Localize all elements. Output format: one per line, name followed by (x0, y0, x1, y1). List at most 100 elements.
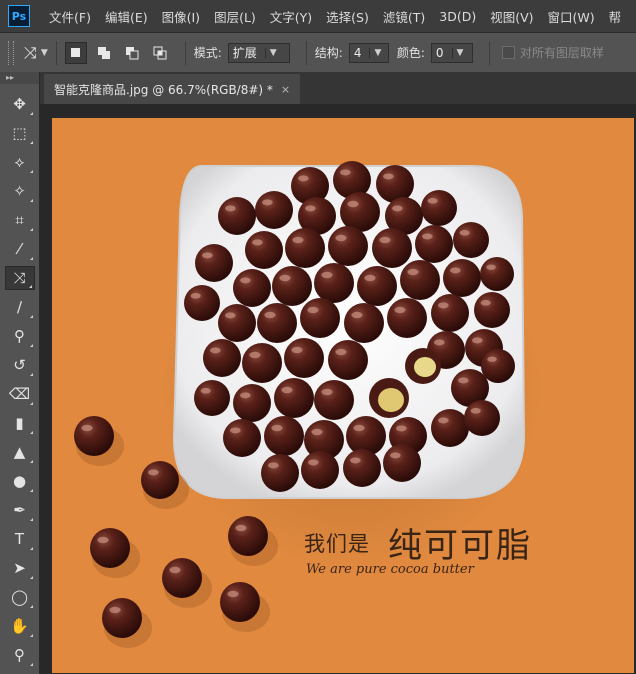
tool-preset-picker[interactable]: ⤨ ▼ (24, 43, 48, 63)
mode-select[interactable]: 扩展 ▼ (227, 42, 290, 63)
menu-type[interactable]: 文字(Y) (263, 7, 319, 26)
ball-highlight (240, 392, 251, 399)
chocolate-ball (102, 598, 142, 638)
marquee-tool-button[interactable]: ⬚ (5, 121, 35, 145)
blur-tool-button[interactable]: ▲ (5, 440, 35, 464)
structure-select[interactable]: 4 ▼ (348, 42, 389, 63)
ball-highlight (227, 590, 239, 598)
path-selection-tool-button[interactable]: ➤ (5, 556, 35, 580)
canvas[interactable]: 我们是 纯可可脂 We are pure cocoa butter (52, 118, 634, 673)
ball-highlight (190, 292, 201, 299)
chocolate-ball (245, 231, 283, 269)
chocolate-ball (285, 228, 325, 268)
ball-highlight (271, 424, 283, 432)
ball-highlight (249, 351, 261, 359)
chocolate-ball (90, 528, 130, 568)
document-area: 智能克隆商品.jpg @ 66.7%(RGB/8#) * × 我们是 纯可可脂 … (40, 72, 636, 674)
pen-tool-button[interactable]: ✒ (5, 498, 35, 522)
hand-tool-button[interactable]: ✋ (5, 614, 35, 638)
ball-highlight (351, 311, 363, 319)
ball-highlight (472, 337, 483, 344)
new-selection-button[interactable] (64, 41, 87, 64)
eyedropper-tool-button[interactable]: ⁄ (5, 237, 35, 261)
menu-3d[interactable]: 3D(D) (432, 9, 483, 24)
sample-all-layers-label: 对所有图层取样 (519, 46, 604, 60)
tool-group-indicator (29, 315, 33, 318)
document-tab-bar: 智能克隆商品.jpg @ 66.7%(RGB/8#) * × (40, 72, 636, 104)
tool-group-indicator (29, 344, 33, 347)
chocolate-ball (272, 266, 312, 306)
menu-view[interactable]: 视图(V) (483, 7, 540, 26)
zoom-tool-button[interactable]: ⚲ (5, 643, 35, 667)
ball-highlight (305, 205, 316, 212)
dodge-tool-icon: ● (12, 472, 27, 490)
document-tab[interactable]: 智能克隆商品.jpg @ 66.7%(RGB/8#) * × (44, 74, 301, 104)
menu-filter[interactable]: 滤镜(T) (376, 7, 432, 26)
brush-tool-button[interactable]: ∕ (5, 295, 35, 319)
crop-tool-button[interactable]: ⌗ (5, 208, 35, 232)
ball-highlight (225, 312, 236, 319)
chocolate-ball (274, 378, 314, 418)
chocolate-ball (218, 197, 256, 235)
menu-select[interactable]: 选择(S) (319, 7, 376, 26)
chocolate-ball (194, 380, 230, 416)
tool-group-indicator (29, 112, 33, 115)
menu-file[interactable]: 文件(F) (42, 7, 98, 26)
chocolate-ball (203, 339, 241, 377)
magic-wand-tool-button[interactable]: ✧ (5, 179, 35, 203)
menu-help[interactable]: 帮 (602, 7, 629, 26)
chocolate-ball (344, 303, 384, 343)
menu-layer[interactable]: 图层(L) (207, 7, 263, 26)
ball-highlight (434, 339, 445, 346)
caption-english: We are pure cocoa butter (306, 562, 474, 577)
path-selection-tool-icon: ➤ (13, 559, 26, 577)
caption-prefix: 我们是 (304, 532, 370, 556)
chocolate-ball (376, 165, 414, 203)
ball-highlight (379, 236, 391, 244)
chocolate-ball (400, 260, 440, 300)
ball-highlight (321, 388, 333, 396)
ball-highlight (281, 386, 293, 394)
chocolate-ball (480, 257, 514, 291)
sample-all-layers-checkbox[interactable] (501, 46, 515, 59)
menu-window[interactable]: 窗口(W) (541, 7, 602, 26)
options-bar-grip[interactable] (8, 40, 14, 65)
collapse-panel-button[interactable]: ▸▸ (0, 72, 39, 84)
ball-highlight (335, 348, 347, 356)
chocolate-ball (233, 269, 271, 307)
color-select[interactable]: 0 ▼ (430, 42, 473, 63)
eraser-tool-icon: ⌫ (8, 385, 31, 403)
blur-tool-icon: ▲ (13, 443, 26, 461)
photoshop-logo[interactable]: Ps (8, 5, 30, 27)
close-icon[interactable]: × (281, 83, 290, 96)
ball-highlight (394, 306, 406, 314)
chocolate-ball (284, 338, 324, 378)
type-tool-button[interactable]: T (5, 527, 35, 551)
dodge-tool-button[interactable]: ● (5, 469, 35, 493)
clone-stamp-tool-button[interactable]: ⚲ (5, 324, 35, 348)
move-tool-button[interactable]: ✥ (5, 92, 35, 116)
ball-highlight (487, 356, 497, 362)
menu-edit[interactable]: 编辑(E) (98, 7, 155, 26)
ball-highlight (470, 407, 481, 414)
structure-label: 结构: (314, 46, 343, 60)
ellipse-tool-button[interactable]: ◯ (5, 585, 35, 609)
subtract-from-selection-button[interactable] (121, 42, 143, 64)
chocolate-ball (218, 304, 256, 342)
ball-highlight (308, 459, 319, 466)
ball-highlight (407, 268, 419, 276)
ball-highlight (347, 200, 359, 208)
intersect-selection-button[interactable] (149, 42, 171, 64)
product-image (52, 118, 634, 673)
content-aware-move-tool-button[interactable]: ⤨ (4, 266, 35, 290)
ball-highlight (148, 469, 159, 476)
menu-image[interactable]: 图像(I) (155, 7, 207, 26)
lasso-tool-button[interactable]: ⟡ (5, 150, 35, 174)
add-to-selection-button[interactable] (93, 42, 115, 64)
eraser-tool-button[interactable]: ⌫ (5, 382, 35, 406)
chocolate-ball (184, 285, 220, 321)
gradient-tool-button[interactable]: ▮ (5, 411, 35, 435)
structure-value: 4 (353, 45, 362, 60)
history-brush-tool-button[interactable]: ↺ (5, 353, 35, 377)
chocolate-ball (443, 259, 481, 297)
